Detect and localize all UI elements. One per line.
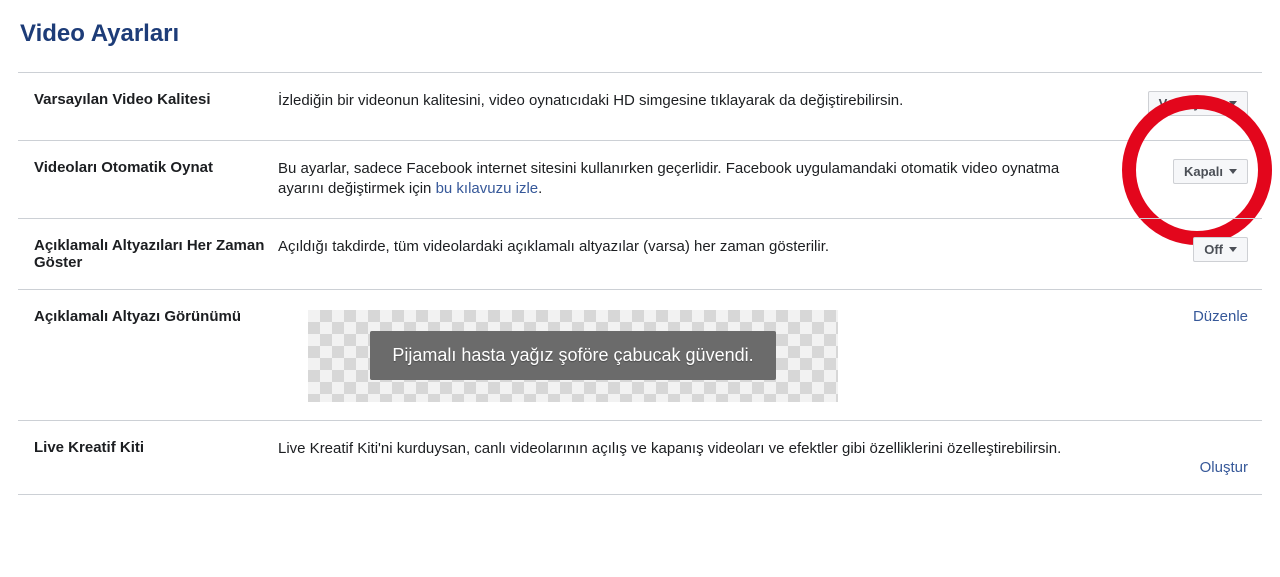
desc-always-show-captions: Açıldığı takdirde, tüm videolardaki açık… [278,237,1092,257]
label-always-show-captions: Açıklamalı Altyazıları Her Zaman Göster [18,237,278,271]
edit-caption-appearance-link[interactable]: Düzenle [1193,308,1248,325]
page-title: Video Ayarları [20,20,1262,48]
desc-text-post: . [538,180,542,197]
dropdown-default-video-quality[interactable]: Varsayılan [1148,91,1248,116]
row-always-show-captions: Açıklamalı Altyazıları Her Zaman Göster … [18,218,1262,289]
caption-preview-area: Pijamalı hasta yağız şoföre çabucak güve… [278,308,1092,402]
desc-autoplay-videos: Bu ayarlar, sadece Facebook internet sit… [278,159,1092,200]
desc-live-creative-kit: Live Kreatif Kiti'ni kurduysan, canlı vi… [278,439,1092,459]
row-caption-appearance: Açıklamalı Altyazı Görünümü Pijamalı has… [18,289,1262,420]
autoplay-guide-link[interactable]: bu kılavuzu izle [436,180,539,197]
label-caption-appearance: Açıklamalı Altyazı Görünümü [18,308,278,325]
dropdown-value: Off [1204,242,1223,257]
row-default-video-quality: Varsayılan Video Kalitesi İzlediğin bir … [18,72,1262,140]
row-autoplay-videos: Videoları Otomatik Oynat Bu ayarlar, sad… [18,140,1262,218]
row-live-creative-kit: Live Kreatif Kiti Live Kreatif Kiti'ni k… [18,420,1262,495]
caret-down-icon [1229,101,1237,106]
caption-sample-text: Pijamalı hasta yağız şoföre çabucak güve… [370,331,775,379]
label-autoplay-videos: Videoları Otomatik Oynat [18,159,278,176]
dropdown-always-show-captions[interactable]: Off [1193,237,1248,262]
label-default-video-quality: Varsayılan Video Kalitesi [18,91,278,108]
caret-down-icon [1229,169,1237,174]
caret-down-icon [1229,247,1237,252]
dropdown-value: Varsayılan [1159,96,1223,111]
checkerboard-background: Pijamalı hasta yağız şoföre çabucak güve… [308,310,838,402]
dropdown-value: Kapalı [1184,164,1223,179]
desc-default-video-quality: İzlediğin bir videonun kalitesini, video… [278,91,1092,111]
label-live-creative-kit: Live Kreatif Kiti [18,439,278,456]
create-live-kit-link[interactable]: Oluştur [1200,459,1248,476]
desc-text-pre: Bu ayarlar, sadece Facebook internet sit… [278,160,1059,197]
dropdown-autoplay-videos[interactable]: Kapalı [1173,159,1248,184]
